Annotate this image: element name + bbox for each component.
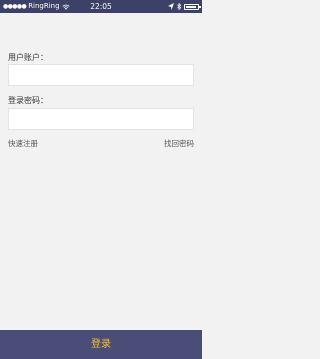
status-right bbox=[168, 0, 201, 13]
forgot-password-link[interactable]: 找回密码 bbox=[164, 138, 194, 149]
battery-icon bbox=[184, 3, 201, 10]
account-label: 用户账户： bbox=[8, 53, 48, 62]
register-link[interactable]: 快速注册 bbox=[8, 138, 38, 149]
login-button[interactable]: 登录 bbox=[0, 330, 202, 359]
battery-fill bbox=[186, 5, 196, 8]
location-icon bbox=[168, 3, 174, 10]
bluetooth-icon bbox=[177, 3, 182, 10]
password-input[interactable] bbox=[8, 108, 194, 130]
account-input[interactable] bbox=[8, 64, 194, 86]
battery-cap bbox=[199, 5, 201, 8]
password-label: 登录密码： bbox=[8, 96, 48, 105]
status-bar: ●●●●● RingRing 22:05 bbox=[0, 0, 202, 13]
